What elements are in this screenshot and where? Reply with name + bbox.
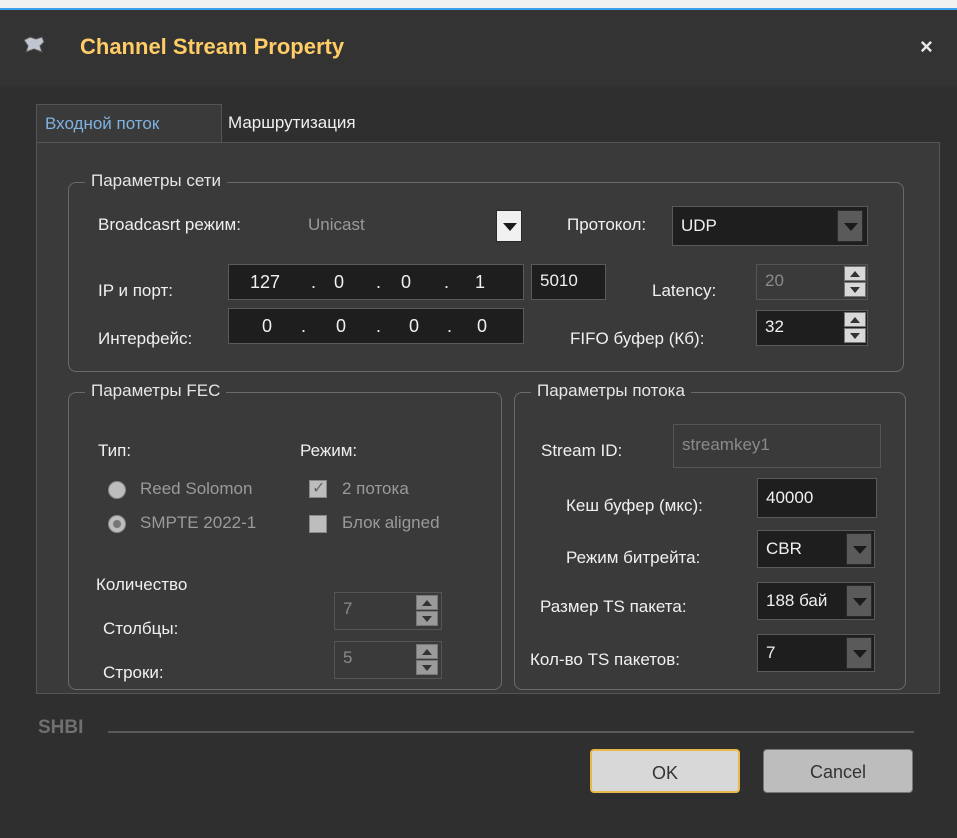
cache-field[interactable]: 40000 <box>757 478 877 518</box>
ip-dot-2: . <box>376 272 382 292</box>
latency-up-icon[interactable] <box>844 266 866 281</box>
interface-label: Интерфейс: <box>98 329 193 348</box>
block-aligned-label: Блок aligned <box>342 513 440 532</box>
rows-down-icon[interactable] <box>416 660 438 675</box>
smpte-radio[interactable] <box>108 515 126 533</box>
iface-dot-3: . <box>447 316 453 336</box>
two-streams-label: 2 потока <box>342 479 409 498</box>
block-aligned-checkbox[interactable] <box>309 515 327 533</box>
dialog-window: Channel Stream Property × Входной поток … <box>0 0 957 838</box>
reed-solomon-radio[interactable] <box>108 481 126 499</box>
ip-octet-4: 1 <box>475 272 486 292</box>
stream-id-field[interactable]: streamkey1 <box>673 424 881 468</box>
fifo-down-icon[interactable] <box>844 328 866 343</box>
columns-spinner[interactable] <box>416 595 438 627</box>
protocol-dropdown-button[interactable] <box>837 210 863 242</box>
broadcast-label: Broadcasrt режим: <box>98 215 241 234</box>
iface-dot-1: . <box>301 316 307 336</box>
group-stream-title: Параметры потока <box>531 381 691 401</box>
cache-label: Кеш буфер (мкс): <box>566 496 703 515</box>
ip-octet-2: 0 <box>334 272 345 292</box>
stream-id-label: Stream ID: <box>541 441 623 460</box>
columns-label: Столбцы: <box>103 619 179 638</box>
group-fec-title: Параметры FEC <box>85 381 227 401</box>
broadcast-dropdown-button[interactable] <box>496 210 522 242</box>
latency-spinner[interactable] <box>844 266 866 298</box>
latency-down-icon[interactable] <box>844 282 866 297</box>
ip-dot-1: . <box>311 272 317 292</box>
bitrate-dropdown-button[interactable] <box>846 533 872 565</box>
two-streams-checkbox[interactable] <box>309 478 327 498</box>
app-logo-icon <box>23 36 45 53</box>
tab-input-stream[interactable]: Входной поток <box>36 104 222 143</box>
ts-size-dropdown-button[interactable] <box>846 585 872 617</box>
fec-type-label: Тип: <box>98 441 132 460</box>
columns-up-icon[interactable] <box>416 595 438 610</box>
reed-solomon-label: Reed Solomon <box>140 479 253 498</box>
ip-octet-1: 127 <box>250 272 281 292</box>
iface-octet-2: 0 <box>336 316 347 336</box>
iface-octet-1: 0 <box>262 316 273 336</box>
ip-dot-3: . <box>444 272 450 292</box>
fifo-label: FIFO буфер (Кб): <box>570 329 705 348</box>
ts-count-dropdown-button[interactable] <box>846 637 872 669</box>
iface-dot-2: . <box>376 316 382 336</box>
window-edge <box>0 8 957 10</box>
group-network-title: Параметры сети <box>85 171 228 191</box>
rows-spinner[interactable] <box>416 644 438 676</box>
rows-label: Строки: <box>103 663 164 682</box>
close-icon[interactable]: × <box>920 34 933 60</box>
ts-count-label: Кол-во TS пакетов: <box>530 650 681 669</box>
fifo-up-icon[interactable] <box>844 312 866 327</box>
iface-octet-3: 0 <box>409 316 420 336</box>
smpte-label: SMPTE 2022-1 <box>140 513 257 532</box>
fifo-spinner[interactable] <box>844 312 866 344</box>
iface-octet-4: 0 <box>477 316 488 336</box>
ts-size-label: Размер TS пакета: <box>540 597 687 616</box>
dialog-title: Channel Stream Property <box>80 34 345 59</box>
brand-logo: SHBI <box>38 717 84 738</box>
ok-button[interactable]: OK <box>590 749 740 793</box>
rows-up-icon[interactable] <box>416 644 438 659</box>
ip-octet-3: 0 <box>401 272 412 292</box>
footer-separator <box>108 731 914 733</box>
fec-mode-label: Режим: <box>300 441 358 460</box>
port-field[interactable]: 5010 <box>531 264 606 300</box>
ip-label: IP и порт: <box>98 281 173 300</box>
columns-down-icon[interactable] <box>416 611 438 626</box>
bitrate-label: Режим битрейта: <box>566 548 701 567</box>
protocol-label: Протокол: <box>567 215 647 234</box>
tab-routing[interactable]: Маршрутизация <box>220 104 364 142</box>
count-label: Количество <box>96 575 188 594</box>
cancel-button[interactable]: Cancel <box>763 749 913 793</box>
broadcast-value: Unicast <box>308 215 365 234</box>
latency-label: Latency: <box>652 281 717 300</box>
